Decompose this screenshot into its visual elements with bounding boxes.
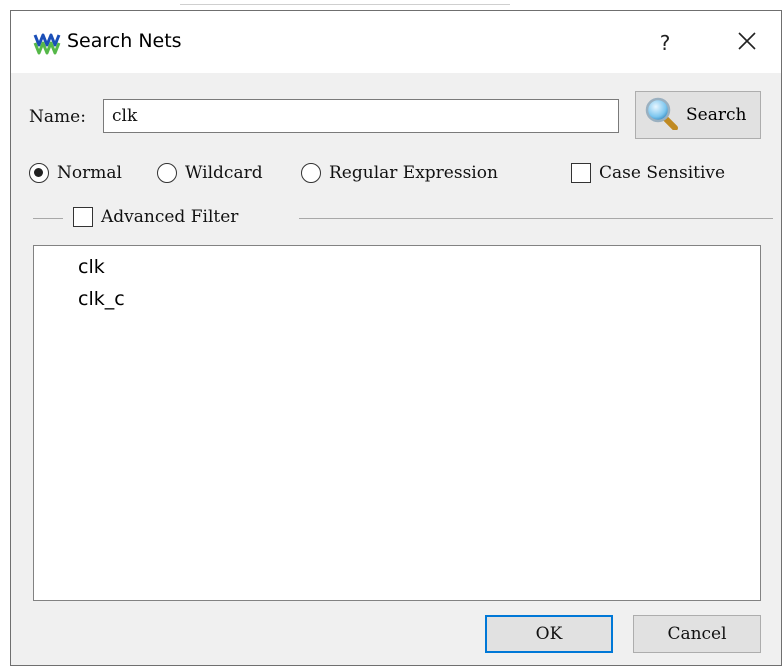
ok-button-label: OK — [535, 624, 563, 644]
case-sensitive-checkbox[interactable]: Case Sensitive — [571, 163, 725, 183]
list-item[interactable]: clk_c — [78, 288, 125, 310]
match-mode-group: Normal Wildcard Regular Expression Case … — [11, 159, 781, 189]
cancel-button[interactable]: Cancel — [633, 615, 761, 653]
advanced-filter-divider-left — [33, 218, 63, 219]
radio-wildcard[interactable]: Wildcard — [157, 163, 263, 183]
case-sensitive-label: Case Sensitive — [599, 163, 726, 183]
radio-normal-indicator — [29, 163, 49, 183]
close-icon — [738, 31, 756, 55]
advanced-filter-label: Advanced Filter — [101, 207, 239, 227]
radio-wildcard-indicator — [157, 163, 177, 183]
app-logo-icon — [33, 31, 61, 57]
radio-normal-label: Normal — [57, 163, 122, 183]
radio-normal[interactable]: Normal — [29, 163, 122, 183]
close-button[interactable] — [729, 25, 765, 61]
search-button[interactable]: Search — [635, 91, 761, 139]
name-input[interactable] — [103, 99, 619, 133]
name-label: Name: — [29, 107, 86, 127]
radio-regular-expression[interactable]: Regular Expression — [301, 163, 498, 183]
window-title: Search Nets — [67, 30, 182, 52]
cancel-button-label: Cancel — [667, 624, 727, 644]
radio-regex-indicator — [301, 163, 321, 183]
background-window-edge — [0, 0, 784, 10]
search-nets-dialog: Search Nets ? Name: clk Search Normal Wi… — [10, 10, 782, 666]
radio-regex-label: Regular Expression — [329, 163, 498, 183]
search-button-label: Search — [686, 105, 747, 125]
magnifier-icon — [644, 96, 678, 135]
advanced-filter-checkbox[interactable]: Advanced Filter — [73, 207, 238, 227]
advanced-filter-box — [73, 207, 93, 227]
radio-wildcard-label: Wildcard — [185, 163, 263, 183]
ok-button[interactable]: OK — [485, 615, 613, 653]
advanced-filter-divider-right — [299, 218, 773, 219]
title-bar: Search Nets ? — [11, 11, 781, 73]
results-list[interactable]: clk clk_c — [33, 245, 761, 601]
help-button[interactable]: ? — [647, 25, 683, 61]
case-sensitive-box — [571, 163, 591, 183]
background-divider — [180, 0, 510, 5]
list-item[interactable]: clk — [78, 256, 105, 278]
